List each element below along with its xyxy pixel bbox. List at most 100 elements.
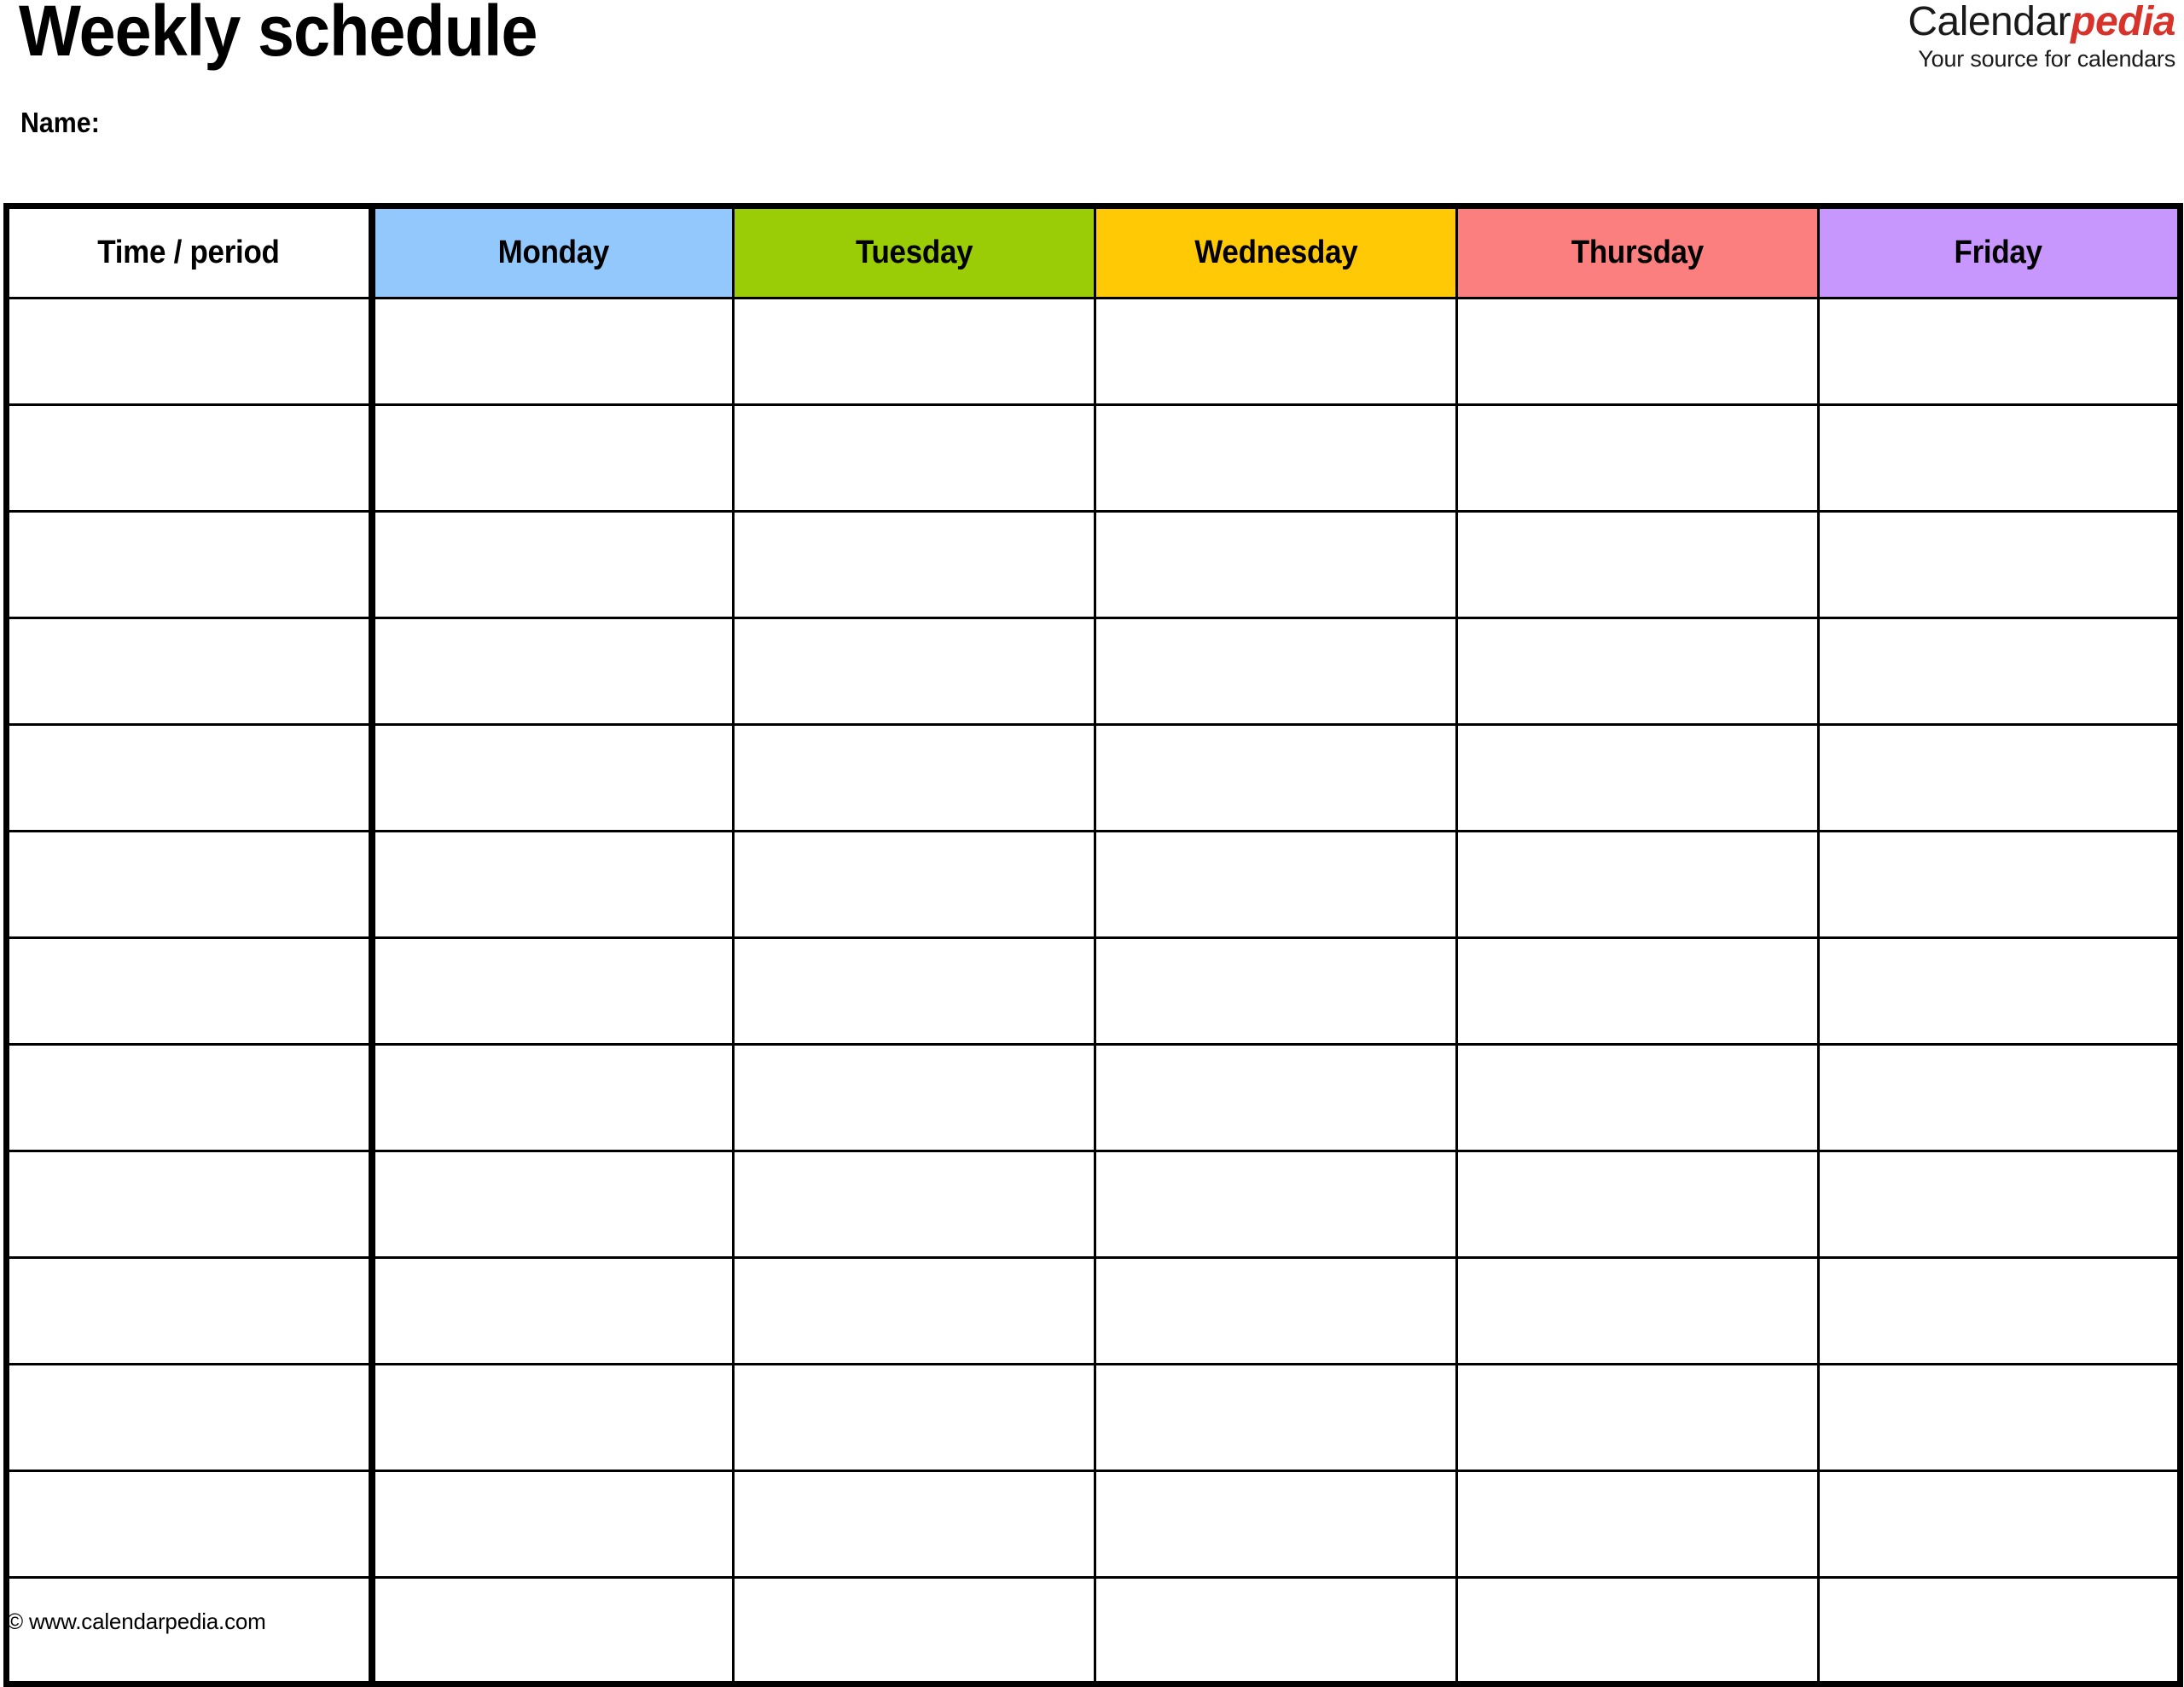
time-period-cell[interactable] [5,510,375,619]
schedule-cell[interactable] [1817,1470,2181,1579]
schedule-cell[interactable] [732,297,1096,406]
column-header-thursday: Thursday [1455,205,1820,299]
schedule-cell[interactable] [370,403,735,513]
schedule-cell[interactable] [1817,403,2181,513]
table-row [5,936,2181,1046]
schedule-cell[interactable] [732,1150,1096,1259]
schedule-cell[interactable] [1455,830,1820,939]
schedule-cell[interactable] [370,297,735,406]
schedule-cell[interactable] [1817,830,2181,939]
schedule-cell[interactable] [1455,723,1820,832]
schedule-cell[interactable] [1094,830,1458,939]
column-header-label: Time / period [97,235,281,270]
table-row [5,1256,2181,1365]
table-row [5,1043,2181,1152]
schedule-cell[interactable] [732,1043,1096,1152]
schedule-header: Time / period Monday Tuesday Wednesday Thurs… [5,205,2181,299]
weekly-schedule-table: Time / period Monday Tuesday Wednesday Thurs… [3,203,2183,1687]
schedule-cell[interactable] [1094,936,1458,1046]
schedule-cell[interactable] [370,1150,735,1259]
column-header-label: Wednesday [1194,235,1358,270]
table-row [5,403,2181,513]
schedule-cell[interactable] [1455,297,1820,406]
schedule-cell[interactable] [1455,1043,1820,1152]
schedule-cell[interactable] [1094,617,1458,726]
schedule-cell[interactable] [1817,510,2181,619]
schedule-cell[interactable] [1817,1363,2181,1472]
schedule-cell[interactable] [1455,1363,1820,1472]
schedule-cell[interactable] [732,936,1096,1046]
schedule-cell[interactable] [1455,1576,1820,1685]
schedule-cell[interactable] [1817,1150,2181,1259]
table-row [5,510,2181,619]
time-period-cell[interactable] [5,1256,375,1365]
schedule-cell[interactable] [732,830,1096,939]
schedule-cell[interactable] [1094,403,1458,513]
schedule-cell[interactable] [370,723,735,832]
time-period-cell[interactable] [5,403,375,513]
column-header-label: Tuesday [855,235,973,270]
schedule-cell[interactable] [732,1363,1096,1472]
schedule-cell[interactable] [1094,297,1458,406]
column-header-wednesday: Wednesday [1094,205,1458,299]
schedule-cell[interactable] [1094,1470,1458,1579]
time-period-cell[interactable] [5,936,375,1046]
page-title: Weekly schedule [19,0,538,71]
column-header-tuesday: Tuesday [732,205,1096,299]
time-period-cell[interactable] [5,830,375,939]
schedule-cell[interactable] [1455,510,1820,619]
schedule-cell[interactable] [1094,1150,1458,1259]
schedule-cell[interactable] [1817,617,2181,726]
schedule-cell[interactable] [732,1470,1096,1579]
schedule-cell[interactable] [1094,1363,1458,1472]
schedule-cell[interactable] [1094,723,1458,832]
schedule-cell[interactable] [1817,297,2181,406]
schedule-cell[interactable] [370,1470,735,1579]
column-header-friday: Friday [1817,205,2181,299]
time-period-cell[interactable] [5,723,375,832]
schedule-cell[interactable] [1455,617,1820,726]
schedule-cell[interactable] [732,723,1096,832]
schedule-cell[interactable] [1455,1256,1820,1365]
schedule-cell[interactable] [370,830,735,939]
schedule-cell[interactable] [732,510,1096,619]
schedule-cell[interactable] [1817,936,2181,1046]
schedule-cell[interactable] [1094,1043,1458,1152]
schedule-cell[interactable] [1455,1470,1820,1579]
schedule-cell[interactable] [1094,1256,1458,1365]
schedule-cell[interactable] [1094,1576,1458,1685]
schedule-cell[interactable] [370,1363,735,1472]
schedule-cell[interactable] [370,510,735,619]
schedule-cell[interactable] [1455,1150,1820,1259]
table-row [5,723,2181,832]
schedule-cell[interactable] [1817,1043,2181,1152]
schedule-cell[interactable] [370,1043,735,1152]
schedule-cell[interactable] [732,1576,1096,1685]
schedule-cell[interactable] [370,1256,735,1365]
table-row [5,297,2181,406]
schedule-cell[interactable] [1455,403,1820,513]
time-period-cell[interactable] [5,617,375,726]
schedule-cell[interactable] [1817,1256,2181,1365]
time-period-cell[interactable] [5,1470,375,1579]
brand-wordmark-calendar: Calendar [1908,0,2071,44]
schedule-cell[interactable] [1455,936,1820,1046]
schedule-cell[interactable] [1817,1576,2181,1685]
schedule-cell[interactable] [732,1256,1096,1365]
name-field-label: Name: [20,107,100,138]
schedule-cell[interactable] [732,617,1096,726]
table-row [5,617,2181,726]
time-period-cell[interactable] [5,1150,375,1259]
calendarpedia-logo: Calendarpedia Your source for calendars [1908,2,2175,71]
time-period-cell[interactable] [5,1043,375,1152]
time-period-cell[interactable] [5,297,375,406]
schedule-cell[interactable] [370,1576,735,1685]
schedule-cell[interactable] [1817,723,2181,832]
schedule-cell[interactable] [370,617,735,726]
table-row [5,1576,2181,1685]
page-header: Weekly schedule Name: Calendarpedia Your… [0,0,2184,198]
schedule-cell[interactable] [370,936,735,1046]
time-period-cell[interactable] [5,1363,375,1472]
schedule-cell[interactable] [1094,510,1458,619]
schedule-cell[interactable] [732,403,1096,513]
